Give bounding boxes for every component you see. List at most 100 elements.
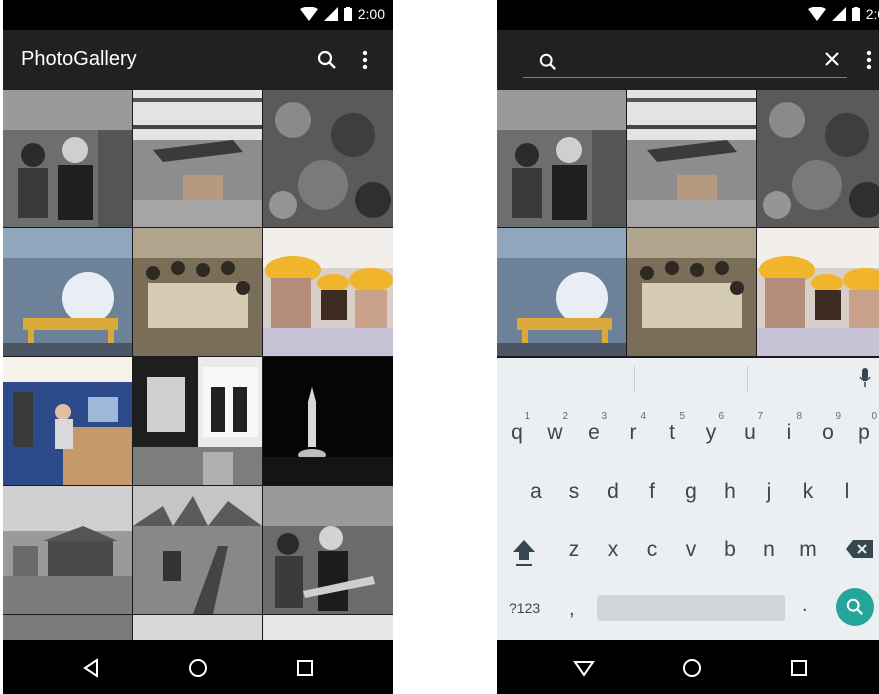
back-icon[interactable] <box>77 654 105 682</box>
key-v[interactable]: v <box>676 538 706 562</box>
battery-icon <box>343 7 352 21</box>
status-time: 2:00 <box>865 6 879 22</box>
key-hint: 2 <box>562 411 568 422</box>
key-hint: 6 <box>718 411 724 422</box>
cell-signal-icon <box>831 7 846 21</box>
status-bar: 2:00 <box>3 0 393 30</box>
status-bar: 2:00 <box>497 0 879 30</box>
key-x[interactable]: x <box>598 538 628 562</box>
app-title: PhotoGallery <box>21 48 137 70</box>
comma-key[interactable]: , <box>569 598 575 621</box>
key-d[interactable]: d <box>598 480 628 504</box>
key-hint: 5 <box>679 411 685 422</box>
navigation-bar <box>497 640 879 694</box>
spacebar[interactable] <box>597 595 785 621</box>
app-toolbar: PhotoGallery <box>3 30 393 90</box>
key-w[interactable]: 2w <box>540 411 570 445</box>
backspace-key-icon[interactable] <box>845 538 875 560</box>
status-time: 2:00 <box>357 6 385 22</box>
recents-icon[interactable] <box>785 654 813 682</box>
photo-rail-trench[interactable] <box>133 486 262 614</box>
phone-gallery-screen: 2:00 PhotoGallery <box>3 0 393 694</box>
wifi-icon <box>807 7 826 21</box>
photo-lab-sphere[interactable] <box>497 228 626 356</box>
key-h[interactable]: h <box>715 480 745 504</box>
key-g[interactable]: g <box>676 480 706 504</box>
key-hint: 3 <box>601 411 607 422</box>
key-z[interactable]: z <box>559 538 589 562</box>
key-hint: 4 <box>640 411 646 422</box>
photo-rocket-night[interactable] <box>263 357 393 485</box>
key-t[interactable]: 5t <box>657 411 687 445</box>
search-toolbar <box>497 30 879 90</box>
key-label: e <box>588 421 600 444</box>
key-l[interactable]: l <box>832 480 862 504</box>
key-a[interactable]: a <box>521 480 551 504</box>
recents-icon[interactable] <box>291 654 319 682</box>
wifi-icon <box>299 7 318 21</box>
suggestion-strip <box>497 358 879 400</box>
key-r[interactable]: 4r <box>618 411 648 445</box>
photo-partial-3[interactable] <box>263 615 393 640</box>
more-vert-icon[interactable] <box>855 46 879 74</box>
key-p[interactable]: 0p <box>849 411 879 445</box>
key-y[interactable]: 6y <box>696 411 726 445</box>
photo-portraits-collage[interactable] <box>133 357 262 485</box>
period-key[interactable]: . <box>802 594 808 617</box>
photo-meeting-room[interactable] <box>627 228 756 356</box>
photo-meeting-room[interactable] <box>133 228 262 356</box>
key-b[interactable]: b <box>715 538 745 562</box>
shift-key-icon[interactable] <box>511 538 537 568</box>
search-field[interactable] <box>523 46 847 78</box>
key-label: i <box>786 421 792 444</box>
search-input[interactable] <box>553 48 823 74</box>
dismiss-keyboard-icon[interactable] <box>570 654 598 682</box>
key-n[interactable]: n <box>754 538 784 562</box>
photo-aircraft-hangar[interactable] <box>627 90 756 227</box>
key-f[interactable]: f <box>637 480 667 504</box>
photo-rock-texture[interactable] <box>757 90 879 227</box>
key-hint: 1 <box>524 411 530 422</box>
search-icon[interactable] <box>313 46 341 74</box>
key-i[interactable]: 8i <box>774 411 804 445</box>
key-o[interactable]: 9o <box>813 411 843 445</box>
key-c[interactable]: c <box>637 538 667 562</box>
key-label: p <box>858 421 870 444</box>
photo-aircraft-hangar[interactable] <box>133 90 262 227</box>
key-s[interactable]: s <box>559 480 589 504</box>
key-hint: 8 <box>796 411 802 422</box>
key-j[interactable]: j <box>754 480 784 504</box>
photo-log-cabin[interactable] <box>3 486 132 614</box>
microphone-icon[interactable] <box>859 368 871 388</box>
photo-band-guitarists[interactable] <box>3 90 132 227</box>
key-label: r <box>629 421 637 444</box>
search-action-key[interactable] <box>836 588 874 626</box>
symbols-key[interactable]: ?123 <box>509 600 540 616</box>
photo-rock-texture[interactable] <box>263 90 393 227</box>
photo-partial-1[interactable] <box>3 615 132 640</box>
key-e[interactable]: 3e <box>579 411 609 445</box>
key-k[interactable]: k <box>793 480 823 504</box>
photo-lab-sphere[interactable] <box>3 228 132 356</box>
key-hint: 9 <box>835 411 841 422</box>
home-icon[interactable] <box>184 654 212 682</box>
more-vert-icon[interactable] <box>351 46 379 74</box>
key-label: w <box>547 421 563 444</box>
photo-band-guitarists-2[interactable] <box>263 486 393 614</box>
key-hint: 0 <box>871 411 877 422</box>
home-icon[interactable] <box>678 654 706 682</box>
key-hint: 7 <box>757 411 763 422</box>
key-u[interactable]: 7u <box>735 411 765 445</box>
photo-partial-2[interactable] <box>133 615 262 640</box>
photo-hardhat-workers[interactable] <box>757 228 879 356</box>
photo-grid[interactable] <box>3 90 393 640</box>
battery-icon <box>851 7 860 21</box>
photo-hardhat-workers[interactable] <box>263 228 393 356</box>
key-m[interactable]: m <box>793 538 823 562</box>
key-label: t <box>669 421 675 444</box>
soft-keyboard[interactable]: 1q 2w 3e 4r 5t 6y 7u 8i 9o 0p a s d f g … <box>497 358 879 640</box>
key-q[interactable]: 1q <box>502 411 532 445</box>
close-icon[interactable] <box>823 50 845 72</box>
photo-office-workers[interactable] <box>3 357 132 485</box>
photo-band-guitarists[interactable] <box>497 90 626 227</box>
